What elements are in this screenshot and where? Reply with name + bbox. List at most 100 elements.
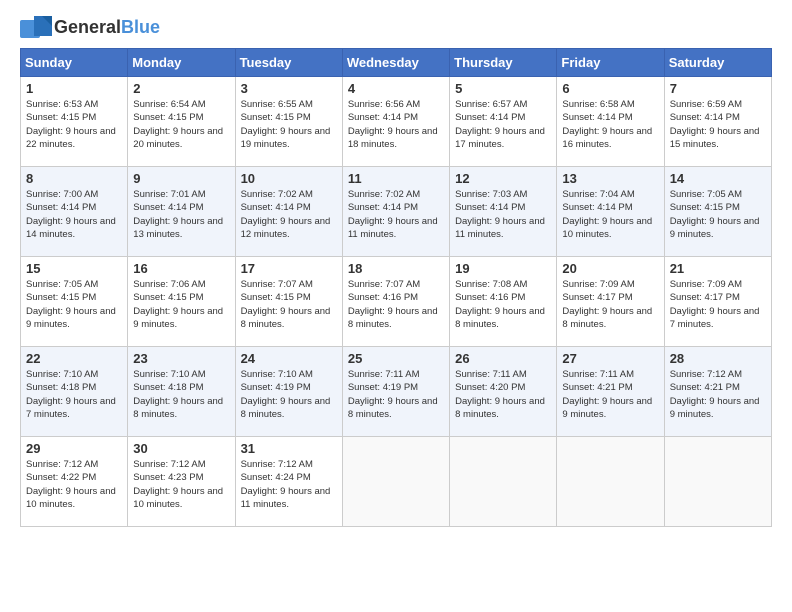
day-info: Sunrise: 7:10 AM Sunset: 4:19 PM Dayligh… — [241, 368, 337, 421]
day-info: Sunrise: 6:56 AM Sunset: 4:14 PM Dayligh… — [348, 98, 444, 151]
day-number: 5 — [455, 81, 551, 96]
day-info: Sunrise: 6:59 AM Sunset: 4:14 PM Dayligh… — [670, 98, 766, 151]
day-info: Sunrise: 7:10 AM Sunset: 4:18 PM Dayligh… — [26, 368, 122, 421]
day-info: Sunrise: 7:12 AM Sunset: 4:24 PM Dayligh… — [241, 458, 337, 511]
calendar-cell — [450, 437, 557, 527]
header-friday: Friday — [557, 49, 664, 77]
calendar: SundayMondayTuesdayWednesdayThursdayFrid… — [20, 48, 772, 527]
calendar-cell: 2 Sunrise: 6:54 AM Sunset: 4:15 PM Dayli… — [128, 77, 235, 167]
day-number: 24 — [241, 351, 337, 366]
week-row-1: 1 Sunrise: 6:53 AM Sunset: 4:15 PM Dayli… — [21, 77, 772, 167]
day-number: 13 — [562, 171, 658, 186]
day-info: Sunrise: 7:10 AM Sunset: 4:18 PM Dayligh… — [133, 368, 229, 421]
day-number: 8 — [26, 171, 122, 186]
day-info: Sunrise: 6:53 AM Sunset: 4:15 PM Dayligh… — [26, 98, 122, 151]
day-number: 4 — [348, 81, 444, 96]
calendar-cell: 21 Sunrise: 7:09 AM Sunset: 4:17 PM Dayl… — [664, 257, 771, 347]
day-number: 11 — [348, 171, 444, 186]
day-number: 30 — [133, 441, 229, 456]
day-info: Sunrise: 7:09 AM Sunset: 4:17 PM Dayligh… — [562, 278, 658, 331]
day-number: 21 — [670, 261, 766, 276]
header-wednesday: Wednesday — [342, 49, 449, 77]
day-info: Sunrise: 7:05 AM Sunset: 4:15 PM Dayligh… — [670, 188, 766, 241]
calendar-cell: 30 Sunrise: 7:12 AM Sunset: 4:23 PM Dayl… — [128, 437, 235, 527]
calendar-cell: 11 Sunrise: 7:02 AM Sunset: 4:14 PM Dayl… — [342, 167, 449, 257]
header: GeneralBlue — [20, 16, 772, 40]
day-number: 19 — [455, 261, 551, 276]
header-monday: Monday — [128, 49, 235, 77]
day-info: Sunrise: 7:06 AM Sunset: 4:15 PM Dayligh… — [133, 278, 229, 331]
calendar-cell: 15 Sunrise: 7:05 AM Sunset: 4:15 PM Dayl… — [21, 257, 128, 347]
day-info: Sunrise: 7:11 AM Sunset: 4:21 PM Dayligh… — [562, 368, 658, 421]
header-thursday: Thursday — [450, 49, 557, 77]
calendar-cell — [342, 437, 449, 527]
day-info: Sunrise: 7:09 AM Sunset: 4:17 PM Dayligh… — [670, 278, 766, 331]
calendar-cell: 4 Sunrise: 6:56 AM Sunset: 4:14 PM Dayli… — [342, 77, 449, 167]
calendar-cell: 22 Sunrise: 7:10 AM Sunset: 4:18 PM Dayl… — [21, 347, 128, 437]
day-number: 14 — [670, 171, 766, 186]
calendar-cell: 25 Sunrise: 7:11 AM Sunset: 4:19 PM Dayl… — [342, 347, 449, 437]
day-number: 6 — [562, 81, 658, 96]
day-info: Sunrise: 6:55 AM Sunset: 4:15 PM Dayligh… — [241, 98, 337, 151]
day-info: Sunrise: 7:08 AM Sunset: 4:16 PM Dayligh… — [455, 278, 551, 331]
calendar-cell: 16 Sunrise: 7:06 AM Sunset: 4:15 PM Dayl… — [128, 257, 235, 347]
day-info: Sunrise: 7:03 AM Sunset: 4:14 PM Dayligh… — [455, 188, 551, 241]
header-tuesday: Tuesday — [235, 49, 342, 77]
calendar-cell: 8 Sunrise: 7:00 AM Sunset: 4:14 PM Dayli… — [21, 167, 128, 257]
day-number: 9 — [133, 171, 229, 186]
calendar-cell: 5 Sunrise: 6:57 AM Sunset: 4:14 PM Dayli… — [450, 77, 557, 167]
day-number: 17 — [241, 261, 337, 276]
calendar-cell: 7 Sunrise: 6:59 AM Sunset: 4:14 PM Dayli… — [664, 77, 771, 167]
calendar-cell: 1 Sunrise: 6:53 AM Sunset: 4:15 PM Dayli… — [21, 77, 128, 167]
day-number: 25 — [348, 351, 444, 366]
day-number: 10 — [241, 171, 337, 186]
day-info: Sunrise: 7:02 AM Sunset: 4:14 PM Dayligh… — [241, 188, 337, 241]
day-info: Sunrise: 7:05 AM Sunset: 4:15 PM Dayligh… — [26, 278, 122, 331]
logo: GeneralBlue — [20, 16, 160, 40]
calendar-cell: 12 Sunrise: 7:03 AM Sunset: 4:14 PM Dayl… — [450, 167, 557, 257]
day-info: Sunrise: 7:07 AM Sunset: 4:16 PM Dayligh… — [348, 278, 444, 331]
day-info: Sunrise: 7:12 AM Sunset: 4:23 PM Dayligh… — [133, 458, 229, 511]
week-row-4: 22 Sunrise: 7:10 AM Sunset: 4:18 PM Dayl… — [21, 347, 772, 437]
day-info: Sunrise: 7:04 AM Sunset: 4:14 PM Dayligh… — [562, 188, 658, 241]
calendar-cell — [664, 437, 771, 527]
week-row-3: 15 Sunrise: 7:05 AM Sunset: 4:15 PM Dayl… — [21, 257, 772, 347]
calendar-cell: 31 Sunrise: 7:12 AM Sunset: 4:24 PM Dayl… — [235, 437, 342, 527]
calendar-cell: 20 Sunrise: 7:09 AM Sunset: 4:17 PM Dayl… — [557, 257, 664, 347]
day-number: 3 — [241, 81, 337, 96]
header-saturday: Saturday — [664, 49, 771, 77]
day-info: Sunrise: 6:54 AM Sunset: 4:15 PM Dayligh… — [133, 98, 229, 151]
day-number: 16 — [133, 261, 229, 276]
calendar-cell: 6 Sunrise: 6:58 AM Sunset: 4:14 PM Dayli… — [557, 77, 664, 167]
logo-text: GeneralBlue — [54, 18, 160, 38]
calendar-cell: 23 Sunrise: 7:10 AM Sunset: 4:18 PM Dayl… — [128, 347, 235, 437]
calendar-cell: 18 Sunrise: 7:07 AM Sunset: 4:16 PM Dayl… — [342, 257, 449, 347]
day-number: 31 — [241, 441, 337, 456]
day-number: 26 — [455, 351, 551, 366]
day-info: Sunrise: 7:07 AM Sunset: 4:15 PM Dayligh… — [241, 278, 337, 331]
day-number: 18 — [348, 261, 444, 276]
day-number: 27 — [562, 351, 658, 366]
logo-icon — [20, 16, 50, 40]
calendar-cell: 24 Sunrise: 7:10 AM Sunset: 4:19 PM Dayl… — [235, 347, 342, 437]
week-row-5: 29 Sunrise: 7:12 AM Sunset: 4:22 PM Dayl… — [21, 437, 772, 527]
day-number: 1 — [26, 81, 122, 96]
calendar-cell: 3 Sunrise: 6:55 AM Sunset: 4:15 PM Dayli… — [235, 77, 342, 167]
day-number: 29 — [26, 441, 122, 456]
day-number: 23 — [133, 351, 229, 366]
day-number: 2 — [133, 81, 229, 96]
day-number: 20 — [562, 261, 658, 276]
calendar-cell: 29 Sunrise: 7:12 AM Sunset: 4:22 PM Dayl… — [21, 437, 128, 527]
day-info: Sunrise: 7:02 AM Sunset: 4:14 PM Dayligh… — [348, 188, 444, 241]
day-info: Sunrise: 7:12 AM Sunset: 4:22 PM Dayligh… — [26, 458, 122, 511]
day-number: 7 — [670, 81, 766, 96]
day-number: 15 — [26, 261, 122, 276]
day-info: Sunrise: 6:58 AM Sunset: 4:14 PM Dayligh… — [562, 98, 658, 151]
calendar-cell — [557, 437, 664, 527]
calendar-cell: 26 Sunrise: 7:11 AM Sunset: 4:20 PM Dayl… — [450, 347, 557, 437]
day-info: Sunrise: 7:01 AM Sunset: 4:14 PM Dayligh… — [133, 188, 229, 241]
calendar-cell: 19 Sunrise: 7:08 AM Sunset: 4:16 PM Dayl… — [450, 257, 557, 347]
day-info: Sunrise: 7:12 AM Sunset: 4:21 PM Dayligh… — [670, 368, 766, 421]
day-number: 22 — [26, 351, 122, 366]
day-number: 28 — [670, 351, 766, 366]
